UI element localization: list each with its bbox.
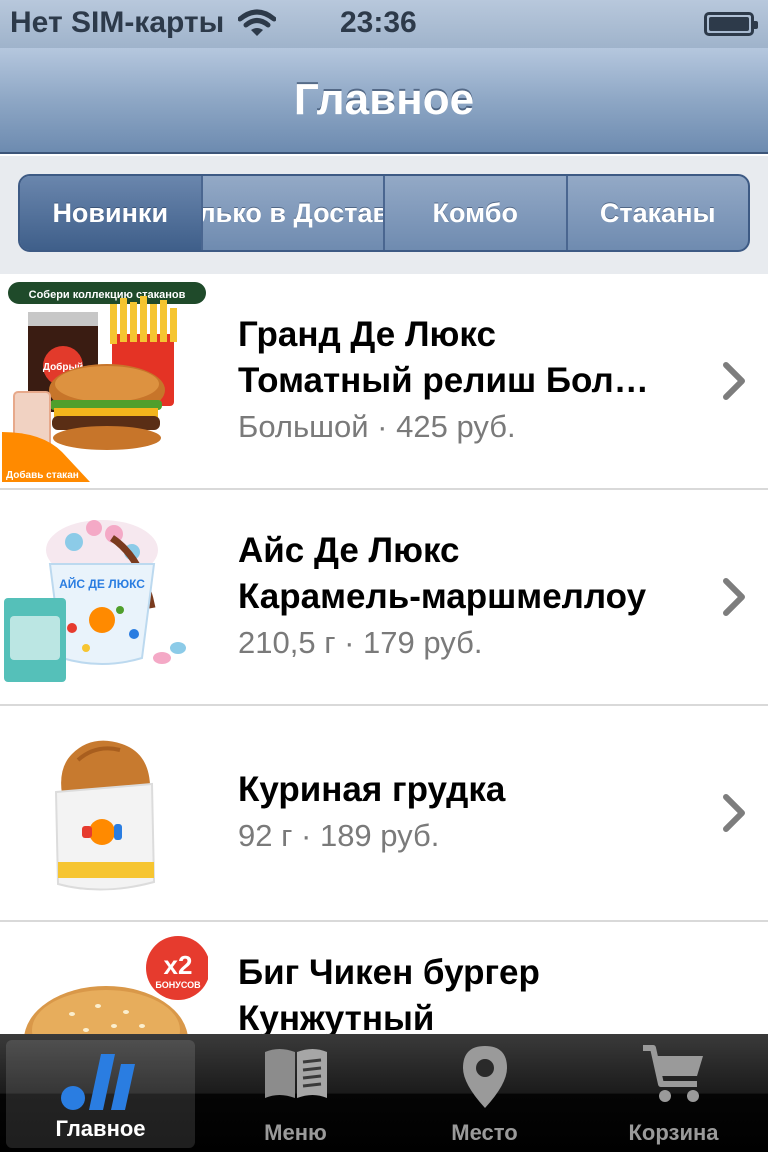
product-image-ice-deluxe: АЙС ДЕ ЛЮКС [2,498,208,698]
status-time: 23:36 [340,6,417,39]
product-image-chicken-breast [2,714,208,914]
page-title: Главное [293,75,475,124]
product-row-chicken-breast[interactable]: Куриная грудка 92 г · 189 руб. [0,706,768,922]
product-name-line2: Томатный релиш Бол… [238,361,649,400]
segment-delivery-only[interactable]: Только в Доставке [203,176,385,250]
product-name-line1: Гранд Де Люкс [238,315,496,354]
category-segmented-control: Новинки Только в Доставке Комбо Стаканы [18,174,750,252]
product-detail: Большой · 425 руб. [238,409,516,444]
wifi-icon [238,9,277,36]
product-detail: 92 г · 189 руб. [238,818,440,853]
tab-label: Главное [55,1116,146,1141]
product-list: Собери коллекцию стаканов Добрый Добавь … [0,274,768,1034]
bonus-badge-main: x2 [164,950,193,980]
tab-label: Корзина [628,1120,719,1145]
carrier-group: Нет SIM-карты [10,6,277,40]
add-cup-label: Добавь стакан [6,469,79,481]
battery-icon [704,12,758,36]
location-pin-icon [462,1046,507,1108]
product-text: Гранд Де Люкс Томатный релиш Бол… Большо… [238,274,698,488]
segment-cups[interactable]: Стаканы [568,176,749,250]
product-detail: 210,5 г · 179 руб. [238,625,483,660]
tab-main[interactable]: Главное [6,1040,195,1148]
carrier-label: Нет SIM-карты [10,6,225,39]
product-image-big-chicken: x2 БОНУСОВ [2,930,210,1034]
segment-new[interactable]: Новинки [20,176,203,250]
product-text: Биг Чикен бургер Кунжутный [238,922,698,1034]
product-image-grand-deluxe: Собери коллекцию стаканов Добрый Добавь … [2,282,208,482]
tab-label: Место [451,1120,518,1145]
product-row-ice-deluxe[interactable]: АЙС ДЕ ЛЮКС Айс Де Люкс Карамель-маршмел… [0,490,768,706]
tab-menu[interactable]: Меню [201,1034,390,1152]
product-name-line1: Куриная грудка [238,770,506,809]
segment-label: Комбо [432,197,518,228]
chevron-right-icon [723,794,745,832]
bonus-badge-sub: БОНУСОВ [155,980,201,990]
product-name-line1: Айс Де Люкс [238,531,460,570]
product-row-grand-deluxe[interactable]: Собери коллекцию стаканов Добрый Добавь … [0,274,768,490]
product-text: Куриная грудка 92 г · 189 руб. [238,706,698,920]
tab-bar: Главное Меню Место Корзина [0,1034,768,1152]
product-name-line2: Карамель-маршмеллоу [238,577,647,616]
status-bar: Нет SIM-карты 23:36 [0,0,768,48]
segment-area: Новинки Только в Доставке Комбо Стаканы [0,156,768,274]
segment-label: Новинки [52,197,169,228]
collection-badge: Собери коллекцию стаканов [29,289,186,301]
cart-icon [642,1045,703,1102]
product-row-big-chicken[interactable]: x2 БОНУСОВ Биг Чикен бургер Кунжутный [0,922,768,1034]
chevron-right-icon [723,362,745,400]
brand-logo-icon [60,1054,135,1110]
chevron-right-icon [723,578,745,616]
product-name-line1: Биг Чикен бургер [238,953,540,992]
segment-label: Стаканы [599,197,716,228]
product-name-line2: Кунжутный [238,999,435,1034]
navigation-bar: Главное [0,48,768,154]
tab-cart[interactable]: Корзина [579,1034,768,1152]
segment-combo[interactable]: Комбо [385,176,568,250]
product-text: Айс Де Люкс Карамель-маршмеллоу 210,5 г … [238,490,698,704]
cup-text: АЙС ДЕ ЛЮКС [59,576,145,591]
tab-location[interactable]: Место [390,1034,579,1152]
book-icon [264,1049,327,1098]
segment-label: Только в Доставке [203,197,384,228]
tab-label: Меню [264,1120,327,1145]
